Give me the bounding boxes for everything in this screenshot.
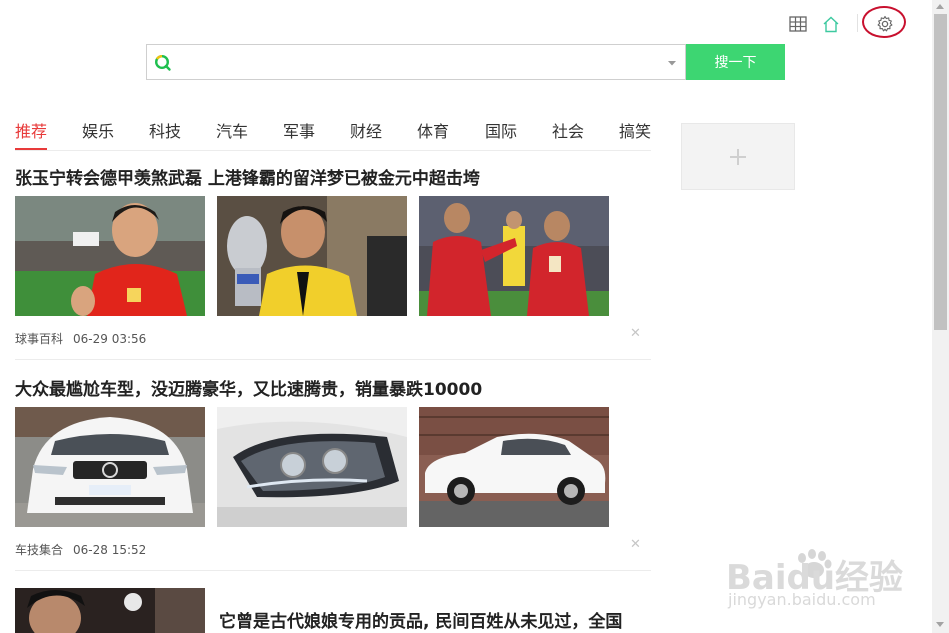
- news-separator: [15, 570, 651, 571]
- news-title[interactable]: 张玉宁转会德甲羡煞武磊 上港锋霸的留洋梦已被金元中超击垮: [15, 164, 480, 189]
- car-front-photo[interactable]: [15, 407, 205, 527]
- car-side-photo[interactable]: [419, 407, 609, 527]
- tab-society[interactable]: 社会: [552, 118, 584, 142]
- news-source[interactable]: 球事百科: [15, 332, 63, 346]
- chevron-down-icon[interactable]: [665, 56, 679, 70]
- tab-finance[interactable]: 财经: [350, 118, 382, 142]
- home-icon[interactable]: [819, 12, 843, 36]
- grid-icon[interactable]: [786, 12, 810, 36]
- tab-military[interactable]: 军事: [283, 118, 315, 142]
- scrollbar-thumb[interactable]: [934, 14, 947, 330]
- scroll-up-arrow-icon[interactable]: [936, 4, 944, 9]
- soccer-trophy-photo[interactable]: [217, 196, 407, 316]
- soccer-player-photo[interactable]: [15, 196, 205, 316]
- tab-tech[interactable]: 科技: [149, 118, 181, 142]
- settings-highlight-circle: [862, 6, 906, 38]
- close-icon[interactable]: ✕: [630, 326, 641, 341]
- news-time: 06-28 15:52: [73, 543, 147, 557]
- search-button[interactable]: 搜一下: [686, 44, 785, 80]
- tab-funny[interactable]: 搞笑: [619, 118, 651, 142]
- close-icon[interactable]: ✕: [630, 537, 641, 552]
- soccer-celebration-photo[interactable]: [419, 196, 609, 316]
- toolbar-divider: [857, 14, 858, 32]
- active-tab-indicator: [15, 148, 47, 150]
- news-time: 06-29 03:56: [73, 332, 147, 346]
- news-meta: 车技集合 06-28 15:52: [15, 541, 146, 558]
- search-engine-logo-icon: [154, 54, 171, 71]
- baidu-jingyan-watermark: Baidu经验 jingyan.baidu.com: [726, 548, 926, 618]
- tab-entertainment[interactable]: 娱乐: [82, 118, 114, 142]
- car-headlight-photo[interactable]: [217, 407, 407, 527]
- news-separator: [15, 359, 651, 360]
- scroll-down-arrow-icon[interactable]: [936, 622, 944, 627]
- search-input[interactable]: [179, 50, 653, 76]
- search-box[interactable]: [146, 44, 686, 80]
- tab-auto[interactable]: 汽车: [216, 118, 248, 142]
- plus-icon: [730, 148, 746, 165]
- watermark-url: jingyan.baidu.com: [728, 590, 876, 609]
- tab-international[interactable]: 国际: [485, 118, 517, 142]
- news-title[interactable]: 它曾是古代娘娘专用的贡品, 民间百姓从未见过，全国: [219, 607, 622, 632]
- tab-recommend[interactable]: 推荐: [15, 118, 47, 142]
- tab-sports[interactable]: 体育: [417, 118, 449, 142]
- man-portrait-photo[interactable]: [15, 588, 205, 633]
- news-meta: 球事百科 06-29 03:56: [15, 330, 146, 347]
- news-source[interactable]: 车技集合: [15, 543, 63, 557]
- category-tabs: 推荐 娱乐 科技 汽车 军事 财经 体育 国际 社会 搞笑: [15, 114, 651, 151]
- add-widget-button[interactable]: [681, 123, 795, 190]
- news-title[interactable]: 大众最尴尬车型，没迈腾豪华，又比速腾贵，销量暴跌10000: [15, 375, 482, 400]
